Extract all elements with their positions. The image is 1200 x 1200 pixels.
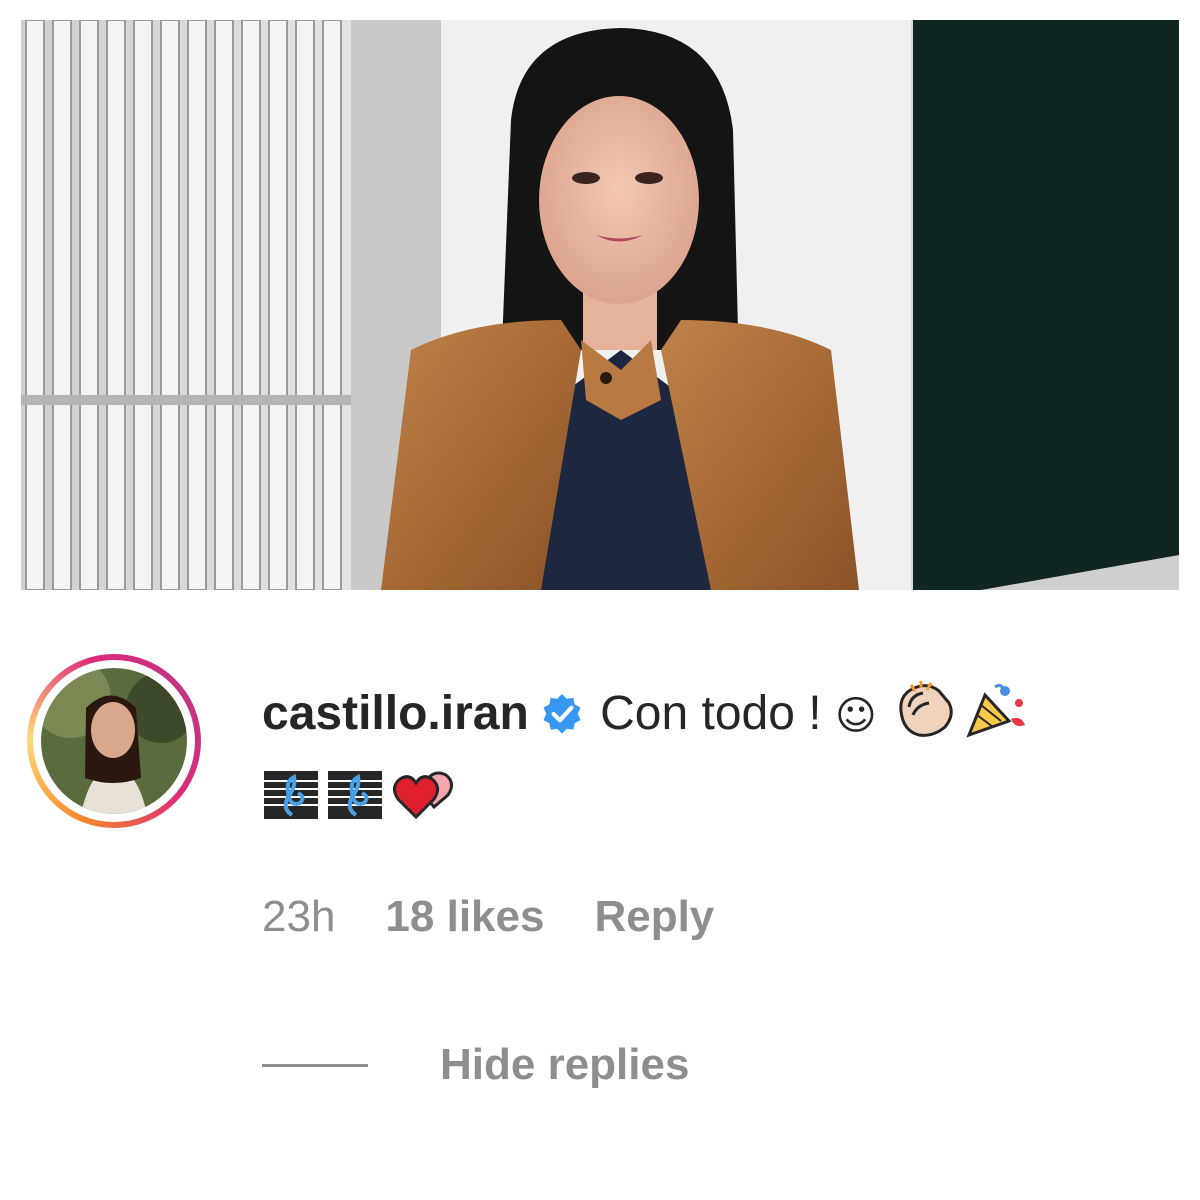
two-hearts-icon (390, 767, 458, 842)
reply-button[interactable]: Reply (594, 892, 714, 941)
musical-score-icon (262, 769, 320, 842)
comment-meta-row: 23h 18 likes Reply (262, 892, 764, 942)
comment-text: Con todo ! (600, 687, 822, 740)
comment-username[interactable]: castillo.iran (262, 687, 529, 740)
post-photo (21, 20, 1179, 590)
party-popper-icon (965, 681, 1031, 760)
comment-likes-count[interactable]: 18 likes (385, 892, 544, 941)
comment-timestamp: 23h (262, 892, 336, 941)
avatar-image (41, 668, 187, 814)
smiley-glyph: ☺ (834, 693, 877, 739)
verified-badge-icon (541, 684, 583, 756)
musical-score-icon (326, 769, 384, 842)
story-ring[interactable] (27, 654, 201, 828)
hide-replies-label: Hide replies (440, 1040, 690, 1089)
hide-replies-button[interactable]: Hide replies (262, 1040, 689, 1090)
clapping-hands-icon (889, 681, 959, 760)
avatar[interactable] (41, 668, 187, 814)
photo-woman-leather-jacket (21, 20, 1179, 590)
comment-body: castillo.iran Con todo ! ☺ (262, 678, 1172, 842)
hide-replies-divider (262, 1064, 368, 1067)
